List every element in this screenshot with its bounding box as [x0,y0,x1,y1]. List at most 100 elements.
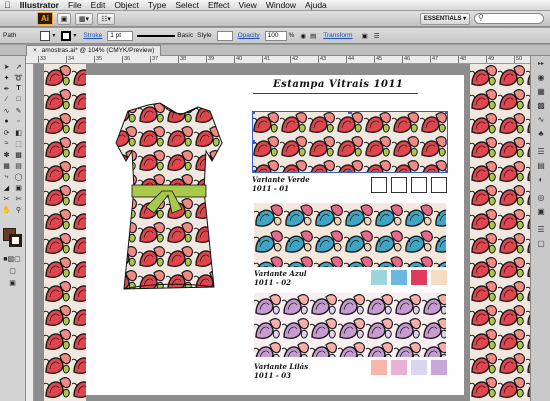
direct-selection-tool-icon[interactable]: ↗ [13,62,24,71]
recolor-artwork-icon[interactable]: ◉ [300,32,306,40]
hand-tool-icon[interactable]: ✋ [1,205,12,214]
color-guide-icon[interactable]: ▦ [535,86,547,96]
live-paint-tool-icon[interactable]: ◢ [1,183,12,192]
symbols-panel-icon[interactable]: ♣ [535,128,547,138]
drawing-mode-icon[interactable]: ▢ [7,266,18,275]
lasso-tool-icon[interactable]: ➰ [13,73,24,82]
search-input[interactable]: ⚲ [474,13,544,24]
color-panel-icon[interactable]: ◉ [535,72,547,82]
stroke-link[interactable]: Stroke [83,32,102,39]
stroke-color-box[interactable] [9,234,22,247]
gradient-panel-icon[interactable]: ▤ [535,160,547,170]
artboard[interactable]: Estampa Vitrais 1011 Variante Verde 1011… [86,75,464,395]
symbol-sprayer-tool-icon[interactable]: ✽ [1,150,12,159]
screen-mode-icon[interactable]: ▣ [7,278,18,287]
swatch-blue-1[interactable] [371,270,387,285]
menu-help[interactable]: Ajuda [305,0,327,11]
document-tab[interactable]: × amostras.ai* @ 104% (CMYK/Preview) [26,45,162,56]
align-icon[interactable]: ▤ [310,32,316,40]
pen-tool-icon[interactable]: ✒ [1,84,12,93]
vertical-ruler[interactable] [26,64,34,401]
rotate-tool-icon[interactable]: ⟳ [1,128,12,137]
swatch-green-2[interactable] [391,177,407,193]
appearance-panel-icon[interactable]: ◎ [535,192,547,202]
menu-object[interactable]: Object [114,0,139,11]
horizontal-ruler[interactable]: 33 34 35 36 37 38 39 40 41 42 43 44 45 46 47 48 49 50 [26,56,540,64]
swatch-blue-4[interactable] [431,270,447,285]
brushes-panel-icon[interactable]: ∿ [535,114,547,124]
pattern-variant-lilac[interactable] [254,293,446,357]
panel-menu-icon[interactable]: ☰ [374,32,380,40]
tab-close-icon[interactable]: × [33,47,37,54]
graph-tool-icon[interactable]: ▩ [13,150,24,159]
stroke-panel-icon[interactable]: ☰ [535,146,547,156]
swatch-green-3[interactable] [411,177,427,193]
menu-edit[interactable]: Edit [91,0,106,11]
pattern-variant-green[interactable] [252,111,448,173]
isolate-icon[interactable]: ▣ [362,32,368,40]
pencil-tool-icon[interactable]: ✎ [13,106,24,115]
eyedropper-tool-icon[interactable]: ⤷ [1,172,12,181]
swatch-lilac-1[interactable] [371,360,387,375]
apple-icon[interactable]:  [4,0,11,11]
gradient-tool-icon[interactable]: ▤ [13,161,24,170]
slice-tool-icon[interactable]: ✂ [1,194,12,203]
rectangle-tool-icon[interactable]: □ [13,95,24,104]
type-tool-icon[interactable]: T [13,84,24,93]
blob-brush-tool-icon[interactable]: ● [1,117,12,126]
swatch-blue-2[interactable] [391,270,407,285]
swatch-lilac-3[interactable] [411,360,427,375]
left-pattern-strip[interactable] [44,64,86,401]
swatch-blue-3[interactable] [411,270,427,285]
menu-file[interactable]: File [68,0,82,11]
menu-select[interactable]: Select [175,0,199,11]
right-pattern-strip[interactable] [470,64,530,401]
fill-dropdown-icon[interactable]: ▾ [52,32,55,39]
layers-panel-icon[interactable]: ☰ [535,224,547,234]
stroke-swatch[interactable] [61,30,72,41]
zoom-tool-icon[interactable]: ⚲ [13,205,24,214]
menu-effect[interactable]: Effect [208,0,230,11]
line-tool-icon[interactable]: ∕ [1,95,12,104]
bridge-button[interactable]: ▣ [57,12,71,25]
style-picker[interactable] [216,30,233,41]
artboards-panel-icon[interactable]: ▢ [535,238,547,248]
transparency-panel-icon[interactable]: ◐ [535,174,547,184]
blend-tool-icon[interactable]: ◯ [13,172,24,181]
view-button[interactable]: ☷▾ [97,12,115,25]
warp-tool-icon[interactable]: ≈ [1,139,12,148]
scale-tool-icon[interactable]: ◧ [13,128,24,137]
artboard-tool-icon[interactable]: ▣ [13,183,24,192]
arrange-documents-button[interactable]: ▦▾ [75,12,93,25]
selection-tool-icon[interactable]: ➤ [1,62,12,71]
brush-definition[interactable]: Basic [177,32,193,39]
opacity-field[interactable]: 100 [264,30,287,41]
stroke-dropdown-icon[interactable]: ▾ [73,32,76,39]
stroke-profile-preview[interactable] [137,31,176,41]
fill-swatch[interactable] [40,30,51,41]
eraser-tool-icon[interactable]: ▫ [13,117,24,126]
canvas-area[interactable]: Estampa Vitrais 1011 Variante Verde 1011… [34,64,530,401]
mesh-tool-icon[interactable]: ▦ [1,161,12,170]
opacity-link[interactable]: Opacity [238,32,260,39]
menu-window[interactable]: Window [266,0,296,11]
graphic-styles-panel-icon[interactable]: ▣ [535,206,547,216]
transform-link[interactable]: Transform [323,32,352,39]
swatch-green-4[interactable] [431,177,447,193]
collapse-panels-icon[interactable]: ▸▸ [535,58,547,68]
menu-view[interactable]: View [239,0,257,11]
dress-illustration[interactable] [110,101,228,297]
menu-type[interactable]: Type [148,0,166,11]
swatch-green-1[interactable] [371,177,387,193]
magic-wand-tool-icon[interactable]: ✦ [1,73,12,82]
paintbrush-tool-icon[interactable]: ∿ [1,106,12,115]
stroke-weight-field[interactable]: 1 pt [107,30,134,41]
swatches-panel-icon[interactable]: ▩ [535,100,547,110]
scissors-tool-icon[interactable]: ✄ [13,194,24,203]
pattern-variant-blue[interactable] [254,203,446,267]
free-transform-tool-icon[interactable]: ⬚ [13,139,24,148]
swatch-lilac-4[interactable] [431,360,447,375]
menu-illustrator[interactable]: Illustrator [20,0,59,11]
swatch-lilac-2[interactable] [391,360,407,375]
color-mode-icon[interactable]: ■▧▢ [2,254,22,263]
